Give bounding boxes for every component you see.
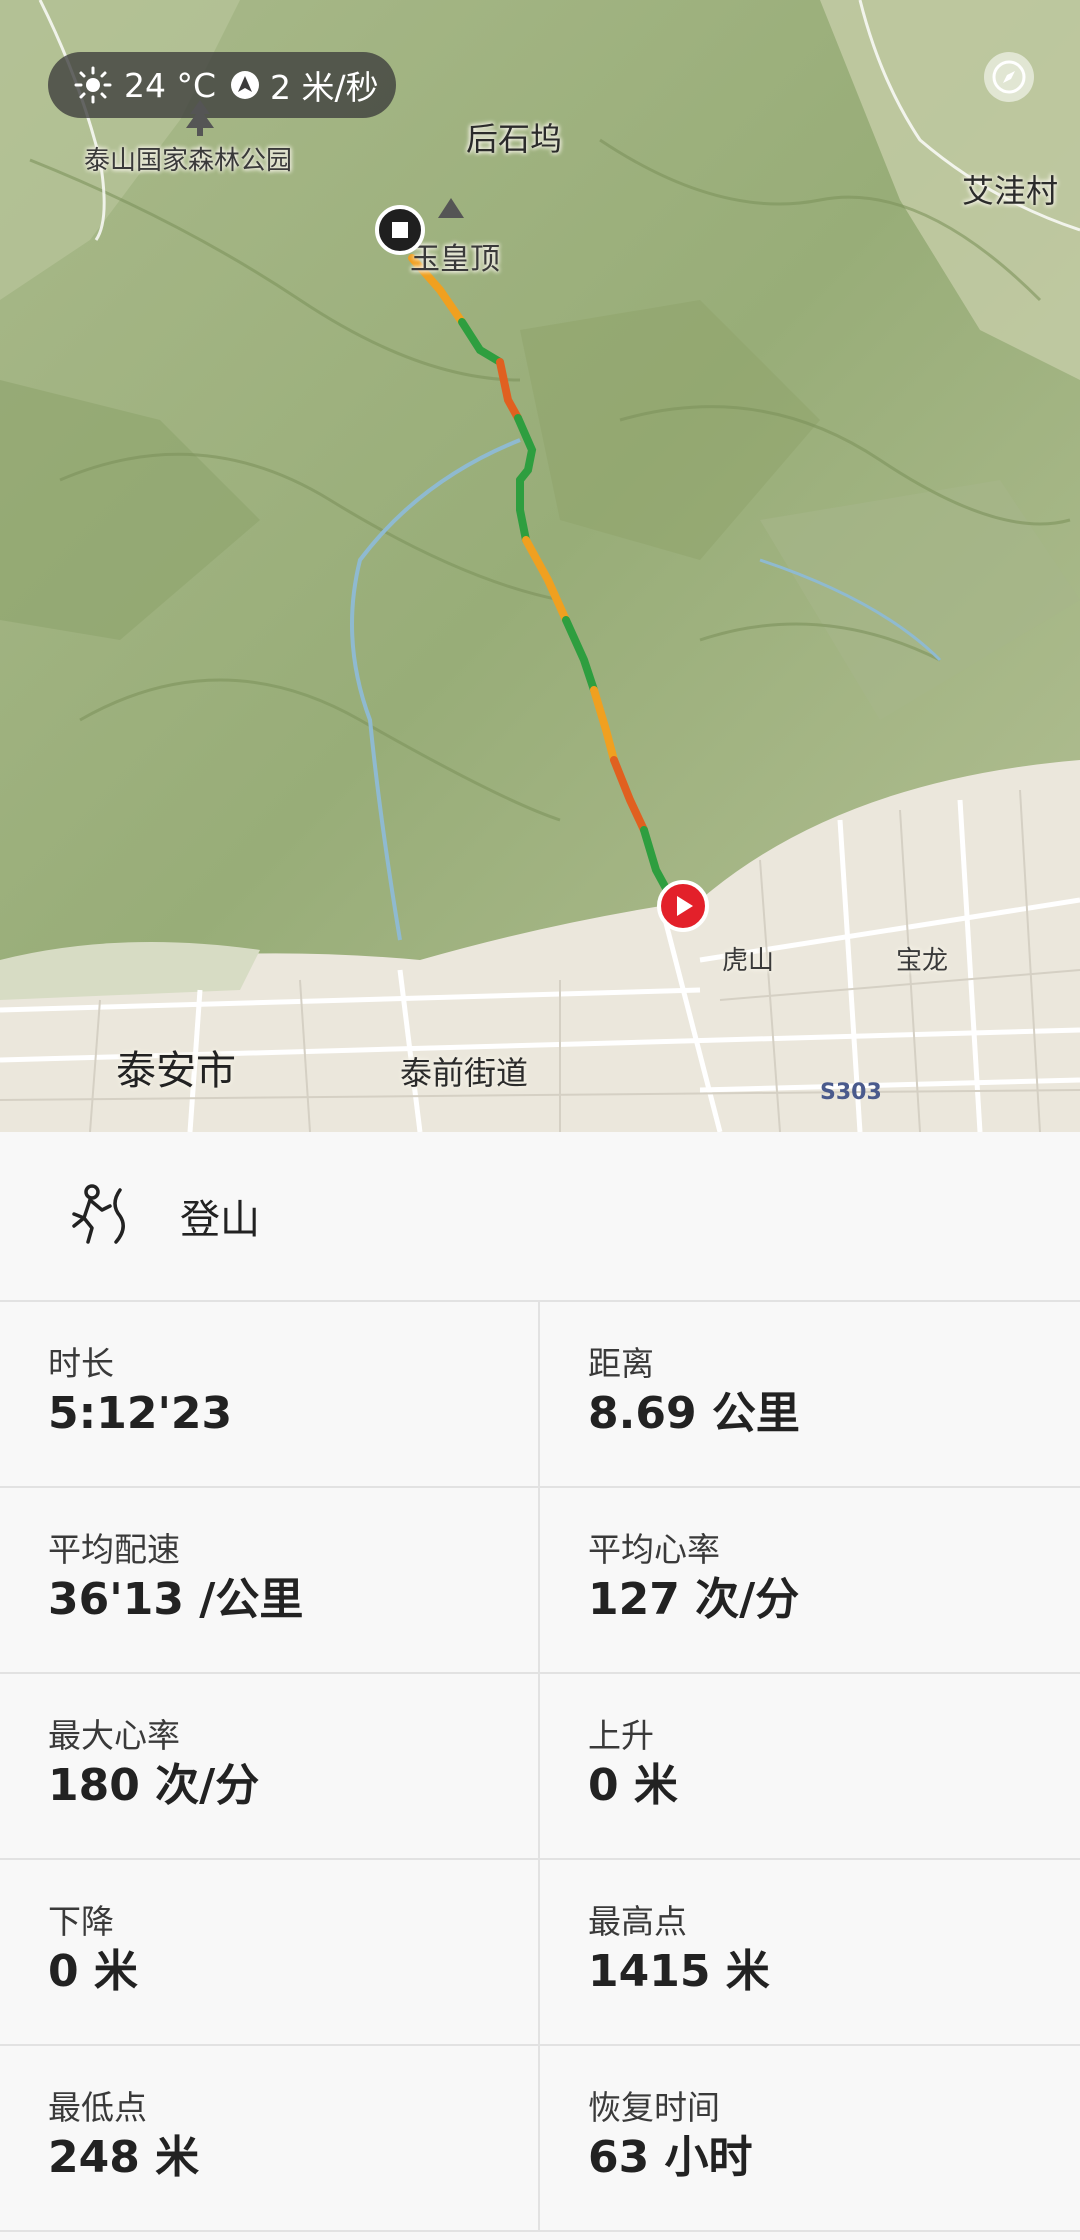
- stat-value: 0 米: [48, 1945, 138, 1997]
- stat-label: 恢复时间: [588, 2088, 720, 2127]
- stat-value: 0 米: [588, 1759, 678, 1811]
- park-tree-icon: [186, 100, 214, 136]
- stat-label: 最高点: [588, 1902, 687, 1941]
- stat-value: 1415 米: [588, 1945, 770, 1997]
- stat-value: 8.69 公里: [588, 1387, 800, 1439]
- map-label-taiqian: 泰前街道: [400, 1054, 529, 1092]
- stat-descent: 下降 0 米: [0, 1860, 540, 2046]
- stat-avg-pace: 平均配速 36'13 /公里: [0, 1488, 540, 1674]
- stat-max-heart-rate: 最大心率 180 次/分: [0, 1674, 540, 1860]
- stat-value: 63 小时: [588, 2131, 753, 2183]
- stat-label: 下降: [48, 1902, 114, 1941]
- stat-ascent: 上升 0 米: [540, 1674, 1080, 1860]
- stat-label: 平均心率: [588, 1530, 720, 1569]
- stat-label: 距离: [588, 1344, 654, 1383]
- peak-icon: [438, 198, 464, 218]
- stat-duration: 时长 5:12'23: [0, 1302, 540, 1488]
- stat-label: 最大心率: [48, 1716, 180, 1755]
- stat-label: 最低点: [48, 2088, 147, 2127]
- map-label-taian: 泰安市: [116, 1048, 236, 1094]
- wind-direction-icon: [231, 71, 260, 99]
- play-icon: [677, 896, 693, 916]
- stop-icon: [392, 222, 408, 238]
- stat-value: 248 米: [48, 2131, 200, 2183]
- map-label-summit: 玉皇顶: [410, 242, 500, 277]
- stat-distance: 距离 8.69 公里: [540, 1302, 1080, 1488]
- sun-icon: [74, 66, 112, 104]
- stat-highest-point: 最高点 1415 米: [540, 1860, 1080, 2046]
- stat-lowest-point: 最低点 248 米: [0, 2046, 540, 2232]
- map-label-aiwa: 艾洼村: [962, 172, 1059, 210]
- stat-avg-heart-rate: 平均心率 127 次/分: [540, 1488, 1080, 1674]
- activity-type-row: 登山: [0, 1132, 1080, 1302]
- stat-label: 平均配速: [48, 1530, 180, 1569]
- map-label-hushan: 虎山: [722, 946, 775, 976]
- stat-value: 127 次/分: [588, 1573, 800, 1625]
- map-label-baolong: 宝龙: [896, 946, 949, 976]
- route-end-marker[interactable]: [375, 205, 425, 255]
- stats-grid: 时长 5:12'23 距离 8.69 公里 平均配速 36'13 /公里 平均心率 12…: [0, 1302, 1080, 2232]
- road-sign-s303: S303: [820, 1080, 882, 1105]
- stat-label: 上升: [588, 1716, 654, 1755]
- compass-button[interactable]: [984, 52, 1034, 102]
- hiking-icon: [72, 1184, 125, 1244]
- stat-value: 5:12'23: [48, 1387, 233, 1439]
- compass-icon: [992, 60, 1026, 94]
- map-label-houshiwu: 后石坞: [466, 120, 563, 158]
- stat-value: 36'13 /公里: [48, 1573, 304, 1625]
- route-map[interactable]: 24 °C 2 米/秒 泰山国家森林公园 后石坞 艾洼村 玉皇顶 虎山 宝龙 泰…: [0, 0, 1080, 1132]
- stat-label: 时长: [48, 1344, 114, 1383]
- stat-value: 180 次/分: [48, 1759, 260, 1811]
- wind-speed-text: 2 米/秒: [270, 68, 379, 107]
- map-label-park: 泰山国家森林公园: [84, 146, 293, 176]
- stat-recovery-time: 恢复时间 63 小时: [540, 2046, 1080, 2232]
- activity-type-label: 登山: [180, 1197, 260, 1243]
- route-start-marker[interactable]: [657, 880, 709, 932]
